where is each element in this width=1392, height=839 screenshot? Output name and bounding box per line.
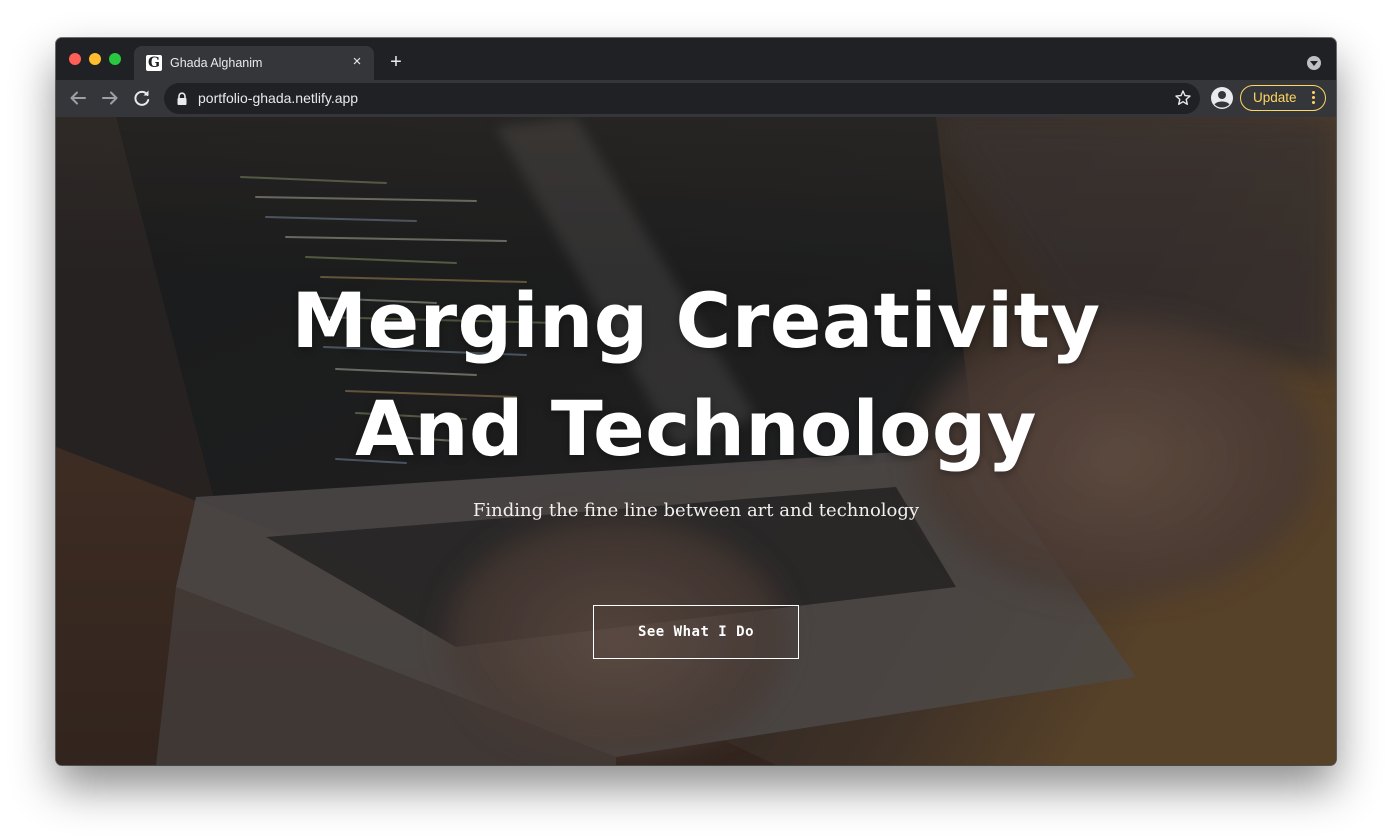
reload-icon[interactable] (129, 85, 155, 111)
see-what-i-do-button[interactable]: See What I Do (593, 605, 799, 659)
address-bar[interactable]: portfolio-ghada.netlify.app (164, 83, 1200, 114)
star-icon[interactable] (1174, 89, 1192, 107)
hero-subtitle: Finding the fine line between art and te… (472, 500, 920, 521)
profile-icon[interactable] (1210, 86, 1234, 110)
tab-search-icon[interactable] (1307, 56, 1321, 70)
lock-icon[interactable] (176, 92, 188, 106)
tab-strip: G Ghada Alghanim × + (56, 38, 1336, 80)
close-window-button[interactable] (69, 53, 81, 65)
active-tab[interactable]: G Ghada Alghanim × (134, 46, 374, 80)
tab-close-icon[interactable]: × (348, 53, 366, 71)
browser-window: G Ghada Alghanim × + portfolio-ghada.net… (56, 38, 1336, 765)
hero-section: Merging Creativity And Technology Findin… (56, 117, 1336, 765)
url-text[interactable]: portfolio-ghada.netlify.app (198, 90, 358, 107)
more-vertical-icon (1312, 91, 1316, 105)
update-button[interactable]: Update (1240, 85, 1326, 111)
hero-title: Merging Creativity And Technology (291, 276, 1101, 473)
browser-toolbar: portfolio-ghada.netlify.app Update (56, 80, 1336, 117)
maximize-window-button[interactable] (109, 53, 121, 65)
tab-title: Ghada Alghanim (170, 56, 263, 70)
minimize-window-button[interactable] (89, 53, 101, 65)
forward-arrow-icon[interactable] (97, 85, 123, 111)
new-tab-icon[interactable]: + (385, 51, 407, 73)
favicon-icon: G (146, 55, 162, 71)
back-arrow-icon[interactable] (65, 85, 91, 111)
update-button-label: Update (1253, 90, 1297, 105)
